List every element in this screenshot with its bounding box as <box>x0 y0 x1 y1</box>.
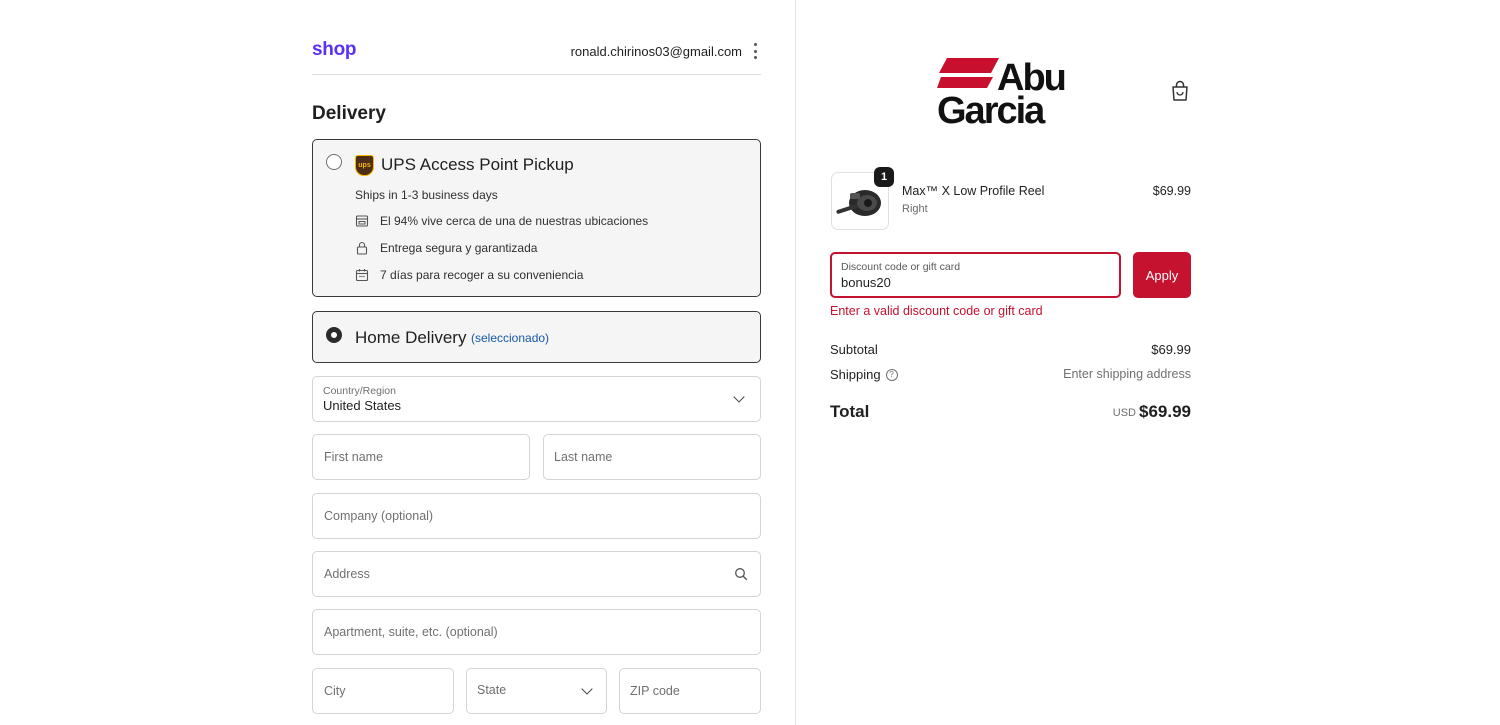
first-name-input[interactable]: First name <box>312 434 530 480</box>
shipping-value: Enter shipping address <box>1063 367 1191 381</box>
state-placeholder: State <box>477 683 507 697</box>
total-label: Total <box>830 402 870 421</box>
ups-logo-icon: ups <box>355 155 374 176</box>
last-name-input[interactable]: Last name <box>543 434 761 480</box>
ups-pickup-option[interactable]: ups UPS Access Point Pickup Ships in 1-3… <box>312 139 761 297</box>
home-delivery-title: Home Delivery <box>355 328 467 347</box>
home-delivery-radio[interactable] <box>326 327 342 343</box>
discount-code-input[interactable]: Discount code or gift card bonus20 <box>830 252 1121 298</box>
more-options-icon[interactable] <box>749 43 761 59</box>
ups-feature-secure: Entrega segura y garantizada <box>355 241 537 255</box>
country-label: Country/Region <box>323 385 396 397</box>
product-name: Max™ X Low Profile Reel <box>902 184 1045 198</box>
ups-feature-text: 7 días para recoger a su conveniencia <box>380 268 584 282</box>
ups-feature-pickup-days: 7 días para recoger a su conveniencia <box>355 268 583 282</box>
ups-feature-text: El 94% vive cerca de una de nuestras ubi… <box>380 214 649 228</box>
product-price: $69.99 <box>1152 184 1191 198</box>
country-value: United States <box>323 398 402 413</box>
home-delivery-option[interactable]: Home Delivery (seleccionado) <box>312 311 761 363</box>
shop-logo[interactable]: shop <box>312 39 356 61</box>
address-input[interactable]: Address <box>312 551 761 597</box>
first-name-placeholder: First name <box>324 450 384 464</box>
shopping-bag-icon[interactable] <box>1169 79 1191 103</box>
account-header: shop ronald.chirinos03@gmail.com <box>312 37 761 75</box>
address-placeholder: Address <box>324 567 370 581</box>
last-name-placeholder: Last name <box>554 450 613 464</box>
account-email: ronald.chirinos03@gmail.com <box>570 44 742 59</box>
city-input[interactable]: City <box>312 668 454 714</box>
apartment-input[interactable]: Apartment, suite, etc. (optional) <box>312 609 761 655</box>
apartment-placeholder: Apartment, suite, etc. (optional) <box>324 625 498 639</box>
chevron-down-icon <box>733 391 745 403</box>
calendar-icon <box>355 268 369 282</box>
lock-icon <box>355 241 369 255</box>
shipping-label: Shipping <box>830 367 881 382</box>
subtotal-value: $69.99 <box>1151 342 1191 357</box>
product-variant: Right <box>902 203 928 215</box>
abu-garcia-logo[interactable]: Abu Garcia <box>937 52 1087 132</box>
total-value: $69.99 <box>1139 402 1191 421</box>
zip-input[interactable]: ZIP code <box>619 668 761 714</box>
total-currency: USD <box>1112 407 1136 419</box>
city-placeholder: City <box>324 684 346 698</box>
search-icon[interactable] <box>734 567 748 581</box>
discount-error-message: Enter a valid discount code or gift card <box>830 304 1043 318</box>
apply-discount-button[interactable]: Apply <box>1133 252 1191 298</box>
selected-indicator: (seleccionado) <box>471 331 550 345</box>
ups-pickup-title: UPS Access Point Pickup <box>381 155 574 174</box>
brand-line2: Garcia <box>937 90 1046 128</box>
chevron-down-icon <box>581 683 593 695</box>
ups-feature-location: El 94% vive cerca de una de nuestras ubi… <box>355 214 648 228</box>
ups-pickup-radio[interactable] <box>326 154 342 170</box>
discount-label: Discount code or gift card <box>841 261 961 273</box>
company-input[interactable]: Company (optional) <box>312 493 761 539</box>
ups-feature-text: Entrega segura y garantizada <box>380 241 538 255</box>
delivery-heading: Delivery <box>312 103 386 124</box>
subtotal-label: Subtotal <box>830 342 878 357</box>
shipping-row-label: Shipping ? <box>830 367 898 382</box>
checkout-form-panel: shop ronald.chirinos03@gmail.com Deliver… <box>0 0 796 725</box>
quantity-badge: 1 <box>874 167 894 187</box>
store-icon <box>355 214 369 228</box>
ups-pickup-subtitle: Ships in 1-3 business days <box>355 188 498 202</box>
order-summary-panel: Abu Garcia 1 Max™ X Low Profile Reel Rig… <box>797 0 1500 725</box>
discount-value: bonus20 <box>841 275 891 290</box>
country-select[interactable]: Country/Region United States <box>312 376 761 422</box>
state-select[interactable]: State <box>466 668 607 714</box>
company-placeholder: Company (optional) <box>324 509 434 523</box>
zip-placeholder: ZIP code <box>630 684 680 698</box>
help-circle-icon[interactable]: ? <box>885 368 898 381</box>
